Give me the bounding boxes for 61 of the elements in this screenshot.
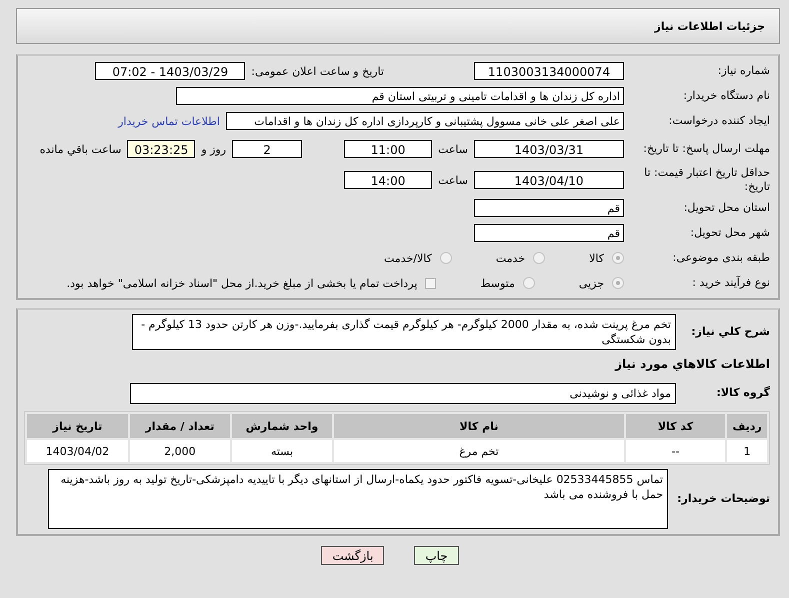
- radio-label: خدمت: [496, 252, 526, 264]
- field-label: شهر محل تحویل:: [689, 226, 770, 240]
- field-value: 2: [232, 140, 302, 158]
- field-label: حداقل تاریخ اعتبار قیمت: تا تاریخ:: [643, 166, 770, 194]
- radio-button[interactable]: [533, 252, 546, 264]
- buyer-contact-link[interactable]: اطلاعات تماس خریدار: [118, 114, 220, 128]
- radio-label: کالا/خدمت: [384, 252, 432, 264]
- page-title: جزئیات اطلاعات نیاز: [654, 20, 765, 32]
- notes-field: تماس 02533445855 علیخانی-تسویه فاکتور حدود یکماه-ارسال از استانهای دیگر با تاییدیه دامپزشکی-تاریخ تولید به روز باشد-هزینه حمل با فروشنده می باشد: [48, 469, 668, 529]
- field-value: قم: [474, 224, 624, 242]
- checkbox[interactable]: [425, 278, 436, 288]
- table-cell: تخم مرغ: [334, 440, 624, 462]
- field-label: استان محل تحویل:: [682, 201, 770, 215]
- table-cell: 1403/04/02: [27, 440, 128, 462]
- column-header: تعداد / مقدار: [130, 414, 230, 438]
- field-value: 11:00: [344, 140, 432, 158]
- table-cell: --: [626, 440, 726, 462]
- radio-button[interactable]: [612, 277, 624, 289]
- checkbox-label: پرداخت تمام یا بخشی از مبلغ خرید.از محل "اسناد خزانه اسلامی" خواهد بود.: [66, 276, 418, 290]
- field-value: 1403/03/31: [474, 140, 624, 158]
- field-label: ساعت باقي مانده: [40, 142, 122, 156]
- column-header: نام کالا: [334, 414, 624, 438]
- section-heading: اطلاعات کالاهاي مورد نياز: [615, 357, 770, 371]
- description-field: تخم مرغ پرینت شده، به مقدار 2000 کیلوگرم- هر کیلوگرم قیمت گذاری بفرمایید.-وزن هر کارتن حدود 13 کیلوگرم - بدون شکستگی: [132, 314, 676, 350]
- field-label: نوع فرآیند خرید :: [691, 276, 770, 290]
- field-value: 1403/03/29 - 07:02: [95, 62, 246, 80]
- radio-label: کالا: [589, 252, 604, 264]
- field-label: تاریخ و ساعت اعلان عمومی:: [251, 64, 384, 78]
- field-label: ساعت: [438, 142, 468, 156]
- field-label: مهلت ارسال پاسخ: تا تاریخ:: [642, 142, 770, 156]
- column-header: تاریخ نیاز: [27, 414, 128, 438]
- back-button[interactable]: بازگشت: [321, 546, 384, 565]
- column-header: ردیف: [727, 414, 767, 438]
- field-value: اداره کل زندان ها و اقدامات تامینی و تربیتی استان قم: [176, 87, 624, 105]
- print-button[interactable]: چاپ: [414, 546, 459, 565]
- radio-button[interactable]: [612, 252, 624, 264]
- field-label: گروه کالا:: [715, 386, 770, 400]
- field-label: ایجاد کننده درخواست:: [668, 114, 770, 128]
- field-label: نام دستگاه خریدار:: [682, 89, 770, 103]
- field-label: توضیحات خریدار:: [676, 492, 770, 506]
- field-value: مواد غذائی و نوشیدنی: [130, 382, 676, 404]
- column-header: واحد شمارش: [232, 414, 332, 438]
- field-value: علی اصغر علی خانی مسوول پشتیبانی و کارپردازی اداره کل زندان ها و اقدامات: [226, 112, 624, 130]
- field-value: 14:00: [344, 171, 432, 189]
- field-label: ساعت: [438, 174, 468, 186]
- countdown-value: 03:23:25: [127, 140, 196, 158]
- radio-label: متوسط: [480, 276, 515, 290]
- table-cell: بسته: [232, 440, 332, 462]
- field-value: 1103003134000074: [474, 62, 624, 80]
- radio-button[interactable]: [522, 277, 535, 289]
- field-label: روز و: [201, 142, 226, 156]
- table-cell: 2,000: [130, 440, 230, 462]
- column-header: کد کالا: [626, 414, 726, 438]
- table-cell: 1: [727, 440, 767, 462]
- field-label: شرح کلي نياز:: [690, 325, 770, 339]
- radio-button[interactable]: [440, 252, 452, 264]
- field-value: 1403/04/10: [474, 171, 624, 189]
- radio-label: جزیی: [578, 276, 604, 290]
- field-value: قم: [474, 199, 624, 217]
- field-label: طبقه بندی موضوعی:: [672, 251, 770, 265]
- field-label: شماره نیاز:: [716, 64, 770, 78]
